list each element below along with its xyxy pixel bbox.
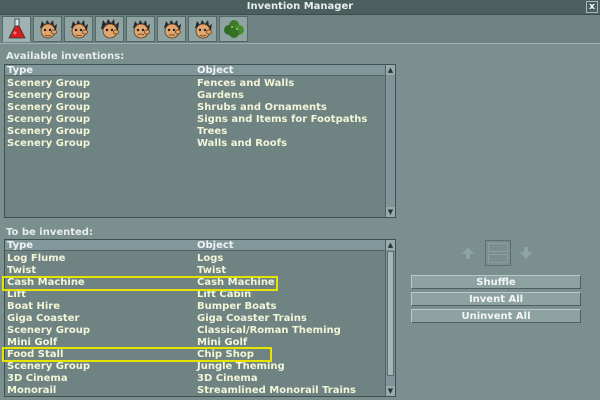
list-item[interactable]: Monorail Streamlined Monorail Trains	[5, 385, 385, 396]
item-type: Food Stall	[7, 349, 64, 360]
item-type: Scenery Group	[7, 138, 91, 149]
tab-face-4[interactable]	[126, 16, 155, 42]
item-object: Streamlined Monorail Trains	[197, 385, 356, 396]
list-item[interactable]: Lift Lift Cabin	[5, 289, 385, 301]
item-type: Log Flume	[7, 253, 66, 264]
item-object: Jungle Theming	[197, 361, 285, 372]
move-down-icon[interactable]	[516, 243, 536, 263]
reorder-control[interactable]	[485, 240, 511, 266]
scroll-down-icon[interactable]: ▼	[386, 207, 395, 217]
item-object: Mini Golf	[197, 337, 248, 348]
tab-face-3[interactable]	[95, 16, 124, 42]
item-type: Scenery Group	[7, 325, 91, 336]
list-item[interactable]: Giga Coaster Giga Coaster Trains	[5, 313, 385, 325]
item-type: Monorail	[7, 385, 57, 396]
face-icon	[163, 20, 181, 39]
item-object: Logs	[197, 253, 224, 264]
list-item[interactable]: Mini Golf Mini Golf	[5, 337, 385, 349]
available-list-header: Type Object	[5, 65, 386, 76]
item-object: Shrubs and Ornaments	[197, 102, 327, 113]
move-up-icon[interactable]	[458, 243, 478, 263]
item-object: Gardens	[197, 90, 244, 101]
available-scrollbar[interactable]: ▲ ▼	[385, 65, 395, 217]
item-type: Lift	[7, 289, 26, 300]
column-type-header[interactable]: Type	[7, 240, 33, 251]
face-icon	[70, 20, 88, 39]
reorder-up-box[interactable]	[488, 243, 508, 252]
item-object: Cash Machine	[197, 277, 275, 288]
item-object: Walls and Roofs	[197, 138, 287, 149]
reorder-down-box[interactable]	[488, 254, 508, 263]
item-type: Cash Machine	[7, 277, 85, 288]
uninvent-all-button[interactable]: Uninvent All	[411, 309, 581, 323]
item-type: Twist	[7, 265, 37, 276]
face-icon	[132, 20, 150, 39]
column-object-header[interactable]: Object	[197, 65, 234, 76]
to-invent-list-header: Type Object	[5, 240, 386, 251]
item-type: Giga Coaster	[7, 313, 80, 324]
face-icon	[194, 20, 212, 39]
list-item[interactable]: Scenery Group Jungle Theming	[5, 361, 385, 373]
tab-face-1[interactable]	[33, 16, 62, 42]
scroll-up-icon[interactable]: ▲	[386, 240, 395, 250]
item-object: Bumper Boats	[197, 301, 277, 312]
scenery-icon	[223, 20, 244, 38]
shuffle-button[interactable]: Shuffle	[411, 275, 581, 289]
item-object: Classical/Roman Theming	[197, 325, 341, 336]
list-item[interactable]: Scenery Group Gardens	[5, 90, 385, 102]
list-item[interactable]: Scenery Group Fences and Walls	[5, 78, 385, 90]
available-list[interactable]: Type Object Scenery Group Fences and Wall…	[4, 64, 396, 218]
item-object: Giga Coaster Trains	[197, 313, 307, 324]
tab-face-6[interactable]	[188, 16, 217, 42]
list-item[interactable]: Scenery Group Walls and Roofs	[5, 138, 385, 150]
item-object: Fences and Walls	[197, 78, 295, 89]
close-button[interactable]: x	[586, 1, 598, 13]
item-type: Scenery Group	[7, 114, 91, 125]
item-type: 3D Cinema	[7, 373, 68, 384]
invent-all-button[interactable]: Invent All	[411, 292, 581, 306]
item-type: Scenery Group	[7, 361, 91, 372]
list-item[interactable]: Food Stall Chip Shop	[5, 349, 385, 361]
list-item[interactable]: 3D Cinema 3D Cinema	[5, 373, 385, 385]
tab-face-2[interactable]	[64, 16, 93, 42]
window-titlebar[interactable]: Invention Manager x	[0, 0, 600, 15]
column-type-header[interactable]: Type	[7, 65, 33, 76]
list-item[interactable]: Twist Twist	[5, 265, 385, 277]
available-label: Available inventions:	[6, 51, 125, 62]
tab-face-5[interactable]	[157, 16, 186, 42]
face-icon	[39, 20, 57, 39]
window-title: Invention Manager	[246, 1, 354, 12]
item-type: Boat Hire	[7, 301, 61, 312]
item-object: Trees	[197, 126, 228, 137]
item-object: Lift Cabin	[197, 289, 252, 300]
tab-scenery[interactable]	[219, 16, 248, 42]
list-item[interactable]: Scenery Group Shrubs and Ornaments	[5, 102, 385, 114]
tab-research-flask[interactable]	[2, 16, 31, 42]
scroll-thumb[interactable]	[387, 251, 394, 376]
scroll-down-icon[interactable]: ▼	[386, 386, 395, 396]
to-invent-label: To be invented:	[6, 227, 93, 238]
list-item[interactable]: Scenery Group Trees	[5, 126, 385, 138]
scroll-up-icon[interactable]: ▲	[386, 65, 395, 75]
to-invent-scrollbar[interactable]: ▲ ▼	[385, 240, 395, 396]
list-item[interactable]: Cash Machine Cash Machine	[5, 277, 385, 289]
item-object: Twist	[197, 265, 227, 276]
list-item[interactable]: Scenery Group Signs and Items for Footpat…	[5, 114, 385, 126]
item-type: Mini Golf	[7, 337, 58, 348]
flask-icon	[7, 18, 26, 39]
item-type: Scenery Group	[7, 90, 91, 101]
list-item[interactable]: Boat Hire Bumper Boats	[5, 301, 385, 313]
to-invent-list[interactable]: Type Object Log Flume Logs Twist Twist Cash …	[4, 239, 396, 397]
column-object-header[interactable]: Object	[197, 240, 234, 251]
face-icon	[100, 19, 119, 39]
item-object: 3D Cinema	[197, 373, 258, 384]
item-object: Chip Shop	[197, 349, 254, 360]
item-type: Scenery Group	[7, 126, 91, 137]
item-type: Scenery Group	[7, 78, 91, 89]
item-type: Scenery Group	[7, 102, 91, 113]
list-item[interactable]: Log Flume Logs	[5, 253, 385, 265]
item-object: Signs and Items for Footpaths	[197, 114, 368, 125]
list-item[interactable]: Scenery Group Classical/Roman Theming	[5, 325, 385, 337]
